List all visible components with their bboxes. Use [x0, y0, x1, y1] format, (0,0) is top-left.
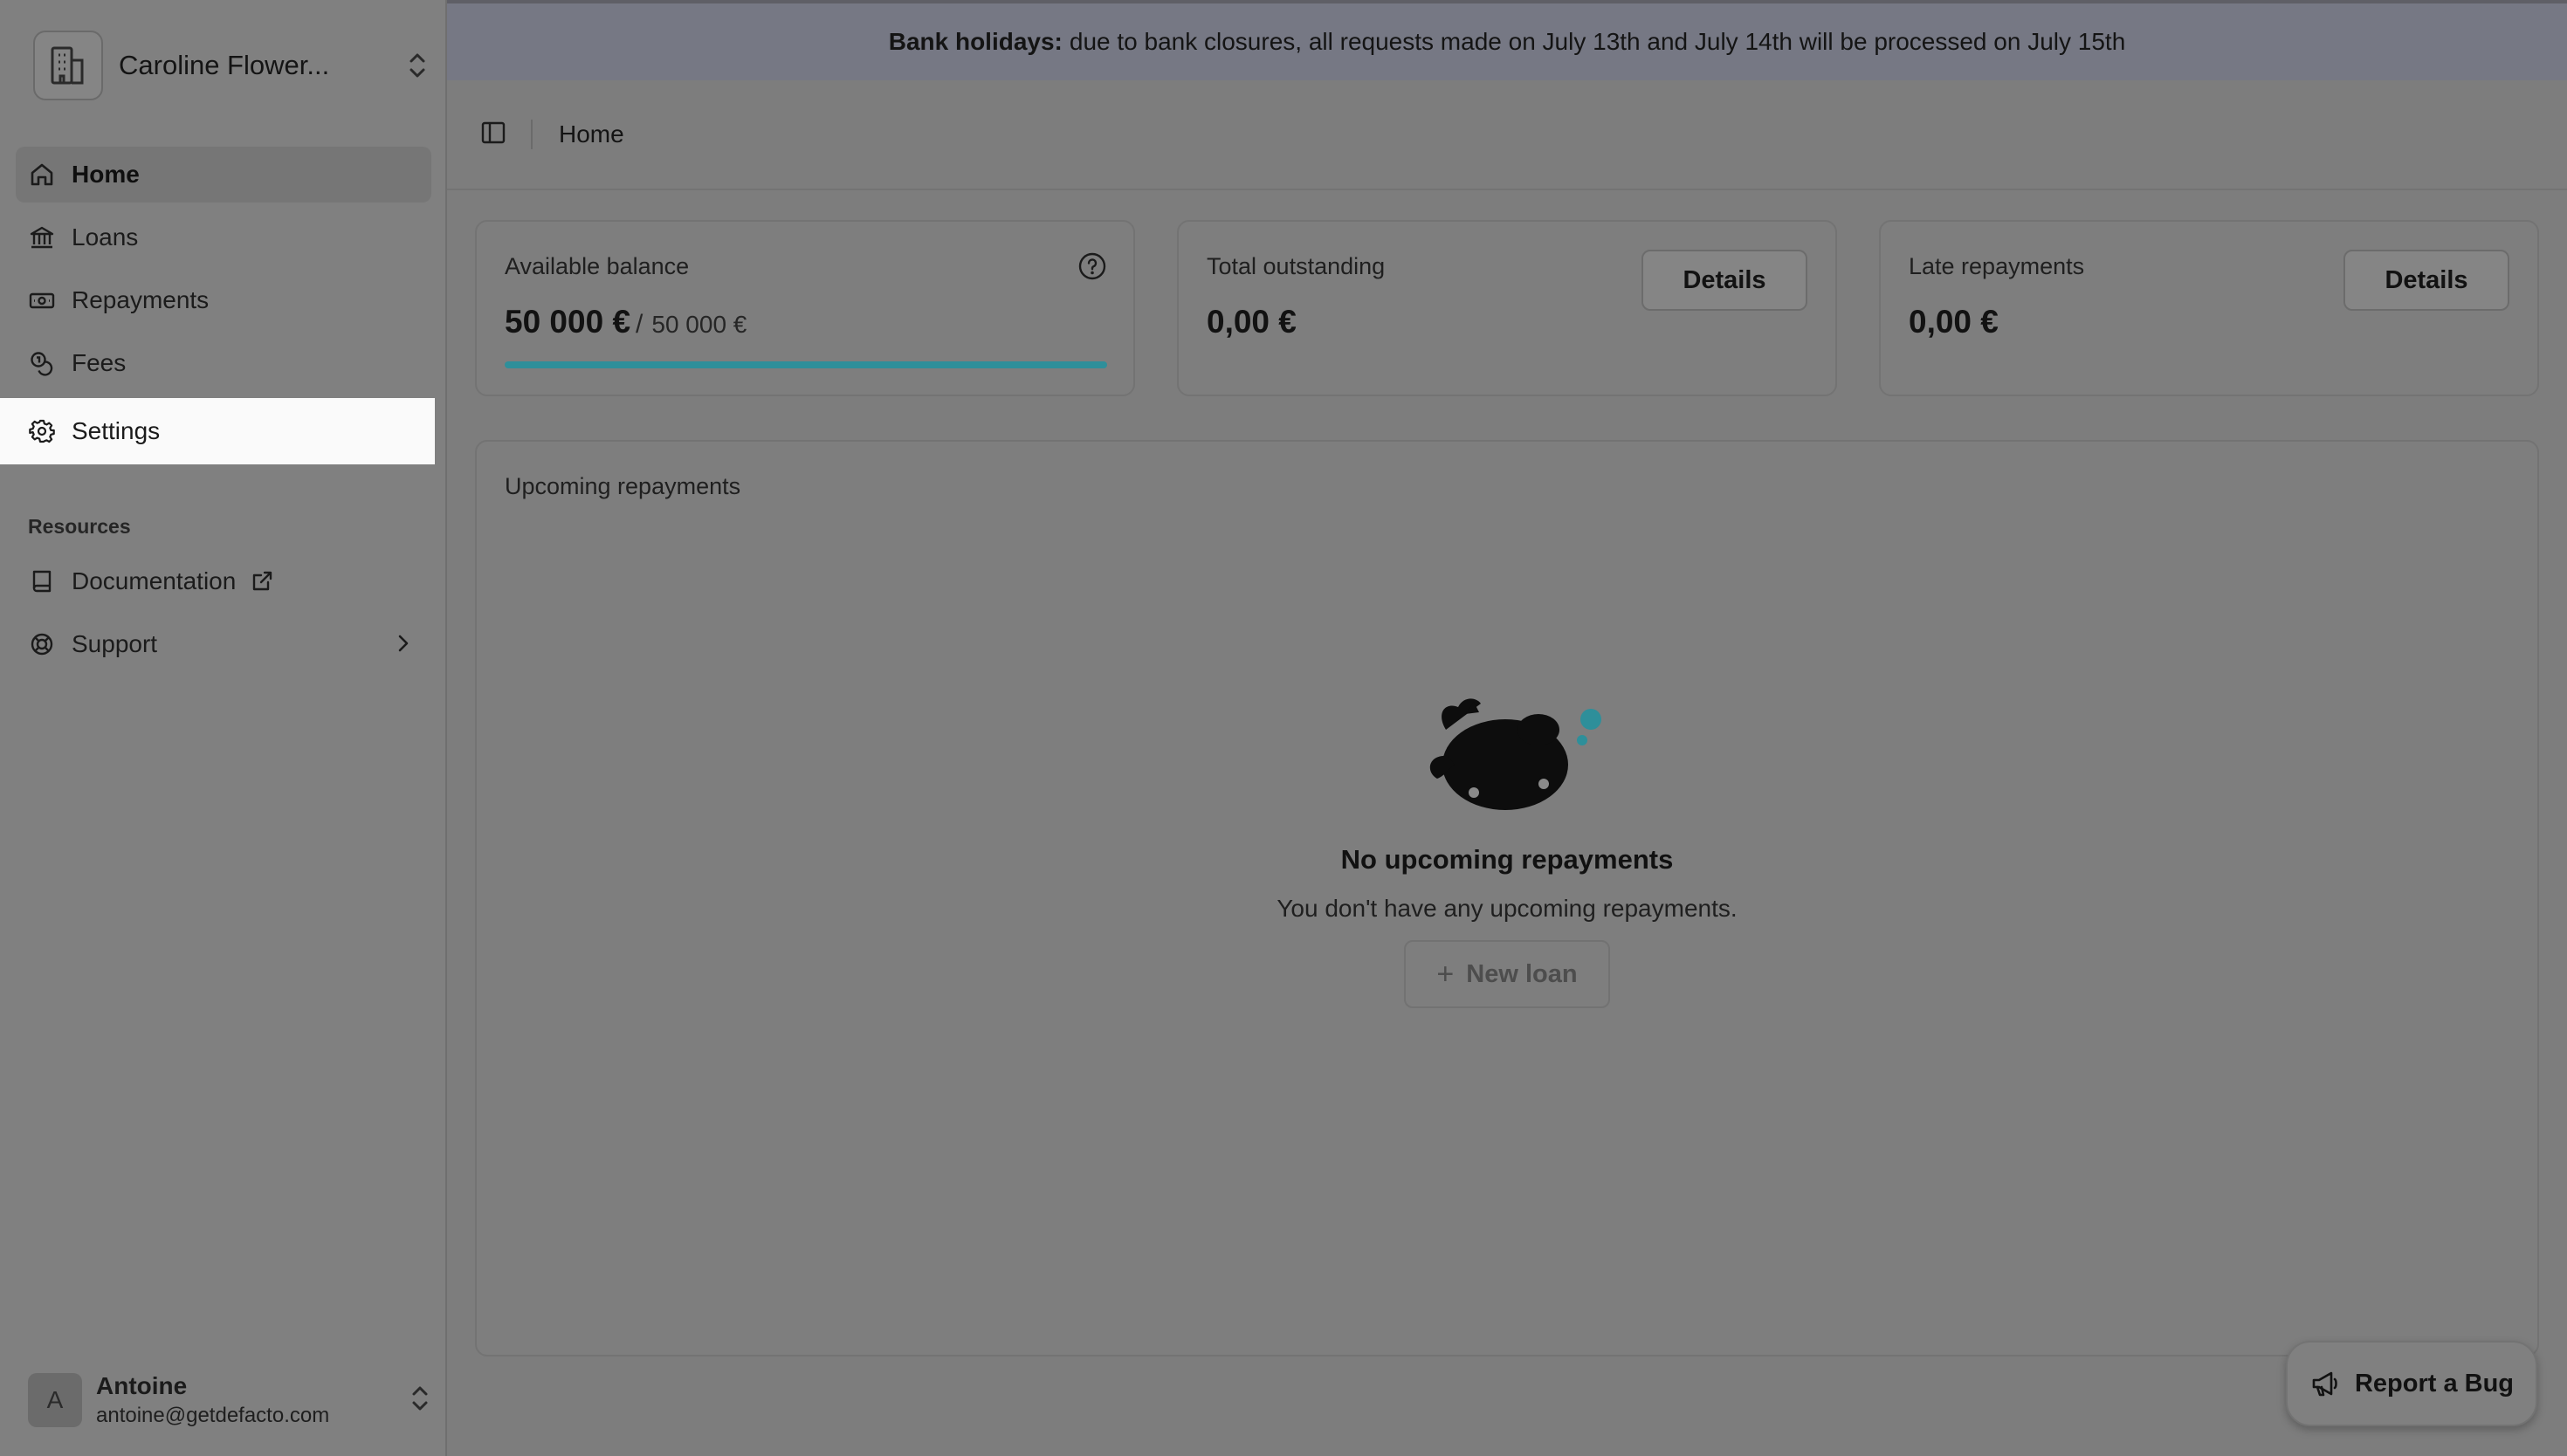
- sidebar-item-label: Settings: [72, 417, 161, 444]
- external-link-icon: [250, 569, 274, 594]
- book-icon: [28, 567, 56, 595]
- new-loan-button[interactable]: + New loan: [1404, 940, 1610, 1008]
- divider: [531, 120, 533, 149]
- user-name: Antoine: [96, 1372, 188, 1399]
- user-info: Antoine antoine@getdefacto.com: [96, 1372, 410, 1428]
- sidebar-item-settings[interactable]: Settings: [0, 398, 435, 464]
- org-switcher[interactable]: Caroline Flower...: [33, 30, 435, 101]
- org-name: Caroline Flower...: [119, 50, 330, 80]
- total-outstanding-card: Total outstanding 0,00 € Details: [1177, 220, 1837, 396]
- balance-progress-bar: [505, 361, 1107, 368]
- late-details-button[interactable]: Details: [2343, 250, 2509, 311]
- sidebar-item-support[interactable]: Support: [16, 616, 431, 672]
- empty-state: No upcoming repayments You don't have an…: [477, 677, 2537, 1008]
- sidebar-item-home[interactable]: Home: [16, 147, 431, 203]
- breadcrumb: Home: [559, 120, 624, 148]
- card-label: Available balance: [505, 253, 690, 279]
- balance-value: 50 000 €: [505, 304, 631, 340]
- empty-subtitle: You don't have any upcoming repayments.: [1277, 895, 1738, 922]
- sidebar-item-label: Repayments: [72, 286, 210, 313]
- sidebar-item-label: Documentation: [72, 567, 237, 594]
- sidebar-item-label: Fees: [72, 349, 127, 376]
- new-loan-label: New loan: [1466, 959, 1578, 988]
- sidebar-item-label: Loans: [72, 223, 139, 251]
- main-nav: Home Loans Repayments Fees Settings: [0, 147, 447, 464]
- card-value: 0,00 €: [1207, 304, 1297, 340]
- lifebuoy-icon: [28, 630, 56, 658]
- help-circle-icon[interactable]: [1077, 251, 1107, 285]
- chevron-right-icon: [395, 630, 412, 663]
- bank-icon: [28, 223, 56, 251]
- avatar: A: [28, 1373, 82, 1427]
- report-bug-button[interactable]: Report a Bug: [2286, 1341, 2537, 1426]
- banknote-icon: [28, 286, 56, 314]
- home-icon: [28, 161, 56, 189]
- card-value: 50 000 €/50 000 €: [505, 304, 747, 340]
- sidebar-item-label: Support: [72, 630, 158, 657]
- empty-title: No upcoming repayments: [1340, 844, 1674, 875]
- balance-limit: 50 000 €: [651, 311, 747, 338]
- sidebar-toggle-icon[interactable]: [480, 120, 506, 150]
- banner-text: due to bank closures, all requests made …: [1069, 28, 2126, 55]
- megaphone-icon: [2312, 1371, 2337, 1397]
- plus-icon: +: [1436, 957, 1455, 991]
- upcoming-repayments-panel: Upcoming repayments No upcoming repaymen…: [475, 440, 2539, 1356]
- sidebar-item-fees[interactable]: Fees: [16, 335, 431, 391]
- sidebar-item-documentation[interactable]: Documentation: [16, 553, 431, 609]
- topbar: Home: [447, 80, 2567, 190]
- balance-progress-fill: [505, 361, 1107, 368]
- coins-icon: [28, 349, 56, 377]
- chevrons-up-down-icon[interactable]: [400, 44, 435, 87]
- sidebar-item-loans[interactable]: Loans: [16, 209, 431, 265]
- report-bug-label: Report a Bug: [2354, 1369, 2515, 1398]
- gear-icon: [28, 417, 56, 445]
- sidebar-item-repayments[interactable]: Repayments: [16, 272, 431, 328]
- user-menu[interactable]: A Antoine antoine@getdefacto.com: [28, 1369, 430, 1432]
- card-value: 0,00 €: [1909, 304, 1999, 340]
- user-email: antoine@getdefacto.com: [96, 1404, 330, 1427]
- panel-title: Upcoming repayments: [505, 473, 741, 499]
- sidebar: Caroline Flower... Home Loans Repayments: [0, 0, 447, 1456]
- outstanding-details-button[interactable]: Details: [1641, 250, 1807, 311]
- card-label: Late repayments: [1909, 253, 2085, 279]
- card-label: Total outstanding: [1207, 253, 1386, 279]
- whale-illustration-icon: [477, 677, 2537, 830]
- available-balance-card: Available balance 50 000 €/50 000 €: [475, 220, 1135, 396]
- resources-nav: Documentation Support: [0, 553, 447, 679]
- sidebar-item-label: Home: [72, 161, 140, 188]
- bank-holidays-banner: Bank holidays: due to bank closures, all…: [447, 0, 2567, 80]
- resources-heading: Resources: [28, 515, 131, 538]
- banner-title: Bank holidays:: [888, 28, 1063, 55]
- building-icon: [33, 31, 103, 100]
- chevrons-up-down-icon[interactable]: [410, 1384, 430, 1418]
- late-repayments-card: Late repayments 0,00 € Details: [1879, 220, 2539, 396]
- balance-separator: /: [636, 310, 643, 339]
